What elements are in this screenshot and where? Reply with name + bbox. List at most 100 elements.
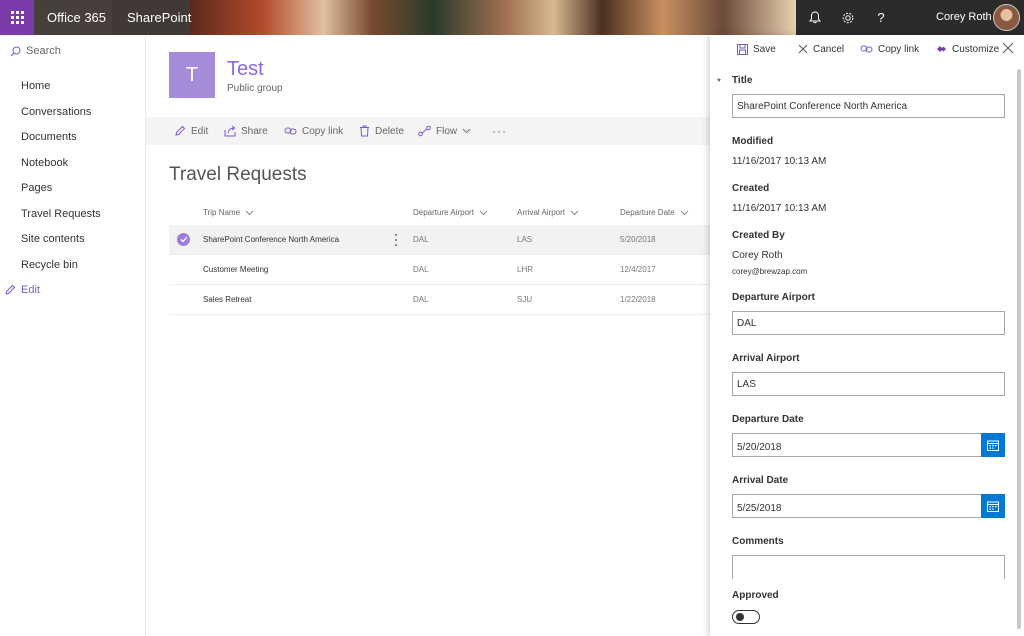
flow-command-label: Flow <box>436 125 458 137</box>
nav-item-notebook[interactable]: Notebook <box>21 157 68 169</box>
panel-scrollbar[interactable] <box>1016 65 1022 636</box>
cancel-button-label: Cancel <box>813 43 845 55</box>
share-command[interactable]: Share <box>224 117 268 145</box>
pencil-icon <box>175 125 186 136</box>
search-icon <box>10 46 21 56</box>
flow-command[interactable]: Flow <box>418 117 476 145</box>
site-logo[interactable]: T <box>169 52 215 98</box>
created-label: Created <box>732 183 770 194</box>
user-name[interactable]: Corey Roth <box>936 0 992 35</box>
arrival-airport-label: Arrival Airport <box>732 353 800 364</box>
scrollbar-thumb[interactable] <box>1017 69 1021 629</box>
arrival-airport-cell: LHR <box>517 265 534 274</box>
departure-airport-cell: DAL <box>413 265 429 274</box>
copy-link-button-label: Copy link <box>878 43 920 55</box>
edit-command[interactable]: Edit <box>174 117 208 145</box>
table-row[interactable]: SharePoint Conference North America DAL … <box>169 225 710 255</box>
trip-name-cell[interactable]: Sales Retreat <box>203 285 251 315</box>
created-by-email: corey@brewzap.com <box>732 267 808 276</box>
suite-bar: Office 365 SharePoint ? Corey Roth <box>0 0 1024 35</box>
departure-date-field[interactable] <box>733 434 981 456</box>
more-commands-button[interactable]: ··· <box>492 117 507 145</box>
copy-link-button[interactable]: Copy link <box>860 41 919 57</box>
delete-command[interactable]: Delete <box>359 117 404 145</box>
close-icon[interactable] <box>1002 42 1014 54</box>
title-label: Title <box>732 75 753 86</box>
pencil-icon <box>5 284 16 295</box>
approved-toggle[interactable] <box>732 610 760 624</box>
powerapps-icon <box>937 46 946 52</box>
nav-edit-label: Edit <box>21 284 40 296</box>
share-icon <box>224 125 236 137</box>
share-command-label: Share <box>241 125 268 137</box>
table-row[interactable]: Sales Retreat DAL SJU 1/22/2018 <box>169 285 710 315</box>
suite-right-area: ? Corey Roth <box>796 0 1024 35</box>
edit-command-label: Edit <box>191 125 209 137</box>
column-header-trip-name[interactable]: Trip Name <box>203 208 254 217</box>
suite-brand-link[interactable]: Office 365 <box>34 0 112 35</box>
arrival-airport-field[interactable] <box>732 372 1005 396</box>
chevron-down-icon <box>680 210 689 215</box>
table-row[interactable]: Customer Meeting DAL LHR 12/4/2017 <box>169 255 710 285</box>
modified-label: Modified <box>732 136 774 147</box>
column-header-label: Departure Date <box>620 208 675 217</box>
link-icon <box>860 45 873 53</box>
nav-item-home[interactable]: Home <box>21 80 50 92</box>
title-field[interactable] <box>732 94 1005 118</box>
nav-search[interactable]: Search <box>10 43 61 59</box>
arrival-airport-cell: LAS <box>517 235 533 244</box>
nav-edit-link[interactable]: Edit <box>4 284 40 296</box>
site-subtitle: Public group <box>227 83 283 94</box>
save-icon <box>737 43 748 55</box>
column-header-departure-date[interactable]: Departure Date <box>620 208 689 217</box>
save-button[interactable]: Save <box>737 41 776 57</box>
trip-name-cell[interactable]: SharePoint Conference North America <box>203 225 339 255</box>
cancel-button[interactable]: Cancel <box>798 41 844 57</box>
departure-airport-cell: DAL <box>413 295 429 304</box>
avatar[interactable] <box>993 4 1020 31</box>
column-header-label: Departure Airport <box>413 208 474 217</box>
departure-airport-field[interactable] <box>732 311 1005 335</box>
column-header-departure-airport[interactable]: Departure Airport <box>413 208 488 217</box>
suite-app-link[interactable]: SharePoint <box>112 0 191 35</box>
column-header-label: Trip Name <box>203 208 241 217</box>
calendar-icon[interactable] <box>981 433 1005 457</box>
customize-button[interactable]: Customize <box>936 41 999 57</box>
trip-name-cell[interactable]: Customer Meeting <box>203 255 268 285</box>
arrival-date-field[interactable] <box>733 495 981 517</box>
check-icon[interactable] <box>177 233 190 246</box>
departure-date-picker <box>732 433 1005 457</box>
nav-item-pages[interactable]: Pages <box>21 182 52 194</box>
column-header-label: Arrival Airport <box>517 208 566 217</box>
list-title: Travel Requests <box>169 164 307 185</box>
required-marker: * <box>717 77 721 88</box>
gear-icon[interactable] <box>831 0 865 35</box>
modified-value: 11/16/2017 10:13 AM <box>732 156 827 167</box>
nav-item-site-contents[interactable]: Site contents <box>21 233 85 245</box>
waffle-icon[interactable] <box>0 0 34 35</box>
arrival-airport-cell: SJU <box>517 295 533 304</box>
more-vertical-icon[interactable] <box>394 232 398 248</box>
calendar-icon[interactable] <box>981 494 1005 518</box>
copy-link-command[interactable]: Copy link <box>284 117 343 145</box>
column-header-arrival-airport[interactable]: Arrival Airport <box>517 208 579 217</box>
nav-item-conversations[interactable]: Conversations <box>21 106 91 118</box>
departure-airport-cell: DAL <box>413 235 429 244</box>
left-navigation: Search Home Conversations Documents Note… <box>0 35 146 636</box>
created-value: 11/16/2017 10:13 AM <box>732 203 827 214</box>
nav-item-travel-requests[interactable]: Travel Requests <box>21 208 101 220</box>
created-by-label: Created By <box>732 230 785 241</box>
chevron-down-icon <box>479 210 488 215</box>
suite-banner-image <box>190 0 796 35</box>
customize-button-label: Customize <box>952 43 1000 55</box>
arrival-date-label: Arrival Date <box>732 475 789 486</box>
link-icon <box>284 127 297 135</box>
site-title[interactable]: Test <box>227 58 264 81</box>
created-by-name[interactable]: Corey Roth <box>732 250 783 261</box>
comments-label: Comments <box>732 536 784 547</box>
help-icon[interactable]: ? <box>864 0 898 35</box>
comments-field[interactable] <box>732 555 1005 579</box>
bell-icon[interactable] <box>798 0 832 35</box>
nav-item-recycle-bin[interactable]: Recycle bin <box>21 259 78 271</box>
nav-item-documents[interactable]: Documents <box>21 131 77 143</box>
